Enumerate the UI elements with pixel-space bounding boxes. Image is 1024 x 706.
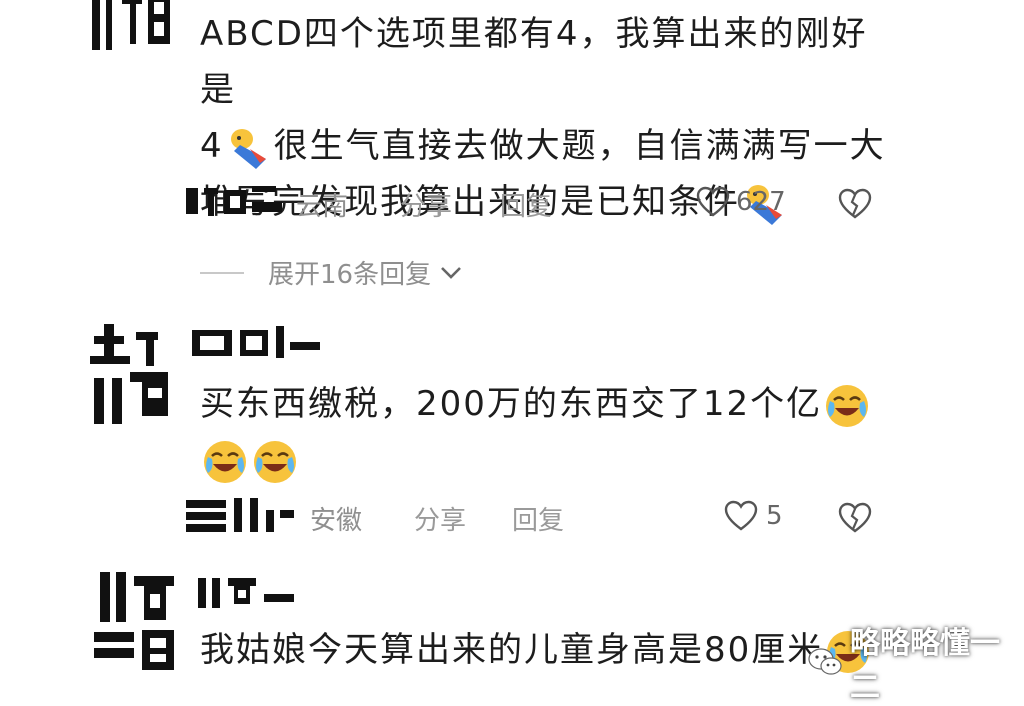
avatar[interactable] [82, 0, 177, 60]
comment-text: 我姑娘今天算出来的儿童身高是80厘米 [200, 622, 900, 678]
dizzy-emoji-icon [226, 125, 272, 171]
comment-line [200, 432, 920, 488]
share-button[interactable]: 分享 [400, 186, 452, 223]
username-mosaic [186, 186, 282, 216]
wechat-icon [808, 647, 842, 677]
username-mosaic [198, 578, 294, 608]
dislike-button[interactable] [838, 188, 872, 220]
reply-button[interactable]: 回复 [500, 186, 552, 223]
dislike-button[interactable] [838, 502, 872, 534]
like-button[interactable]: 5 [724, 500, 783, 532]
avatar-mosaic [86, 568, 182, 678]
watermark: 略略略懂一二 [808, 618, 1024, 706]
expand-replies-label: 展开16条回复 [268, 260, 432, 290]
tears-of-joy-emoji-icon [824, 383, 870, 429]
watermark-text: 略略略懂一二 [850, 626, 1000, 705]
comment-line: 4 很生气直接去做大题，自信满满写一大 [200, 118, 900, 174]
heart-icon [724, 500, 758, 532]
like-count: 5 [766, 501, 783, 531]
share-button[interactable]: 分享 [414, 500, 466, 537]
location-label: 安徽 [310, 506, 363, 536]
tears-of-joy-emoji-icon [202, 439, 248, 485]
divider [200, 271, 244, 274]
like-button[interactable]: 627 [696, 186, 786, 218]
location-label: 云南 [296, 192, 349, 222]
reply-button[interactable]: 回复 [512, 500, 564, 537]
avatar[interactable] [86, 322, 182, 426]
expand-replies-button[interactable]: 展开16条回复 [200, 254, 463, 291]
comment-fragment: 买东西缴税，200万的东西交了12个亿 [200, 384, 823, 424]
username-mosaic [192, 326, 320, 358]
broken-heart-icon [838, 502, 872, 533]
comment-line: ABCD四个选项里都有4，我算出来的刚好是 [200, 14, 868, 110]
username-mosaic [186, 498, 294, 532]
comment-fragment: 很生气直接去做大题，自信满满写一大 [273, 126, 886, 166]
comment-fragment: 我姑娘今天算出来的儿童身高是80厘米 [200, 630, 824, 670]
like-count: 627 [736, 187, 786, 217]
heart-icon [696, 186, 730, 218]
chevron-down-icon [439, 265, 463, 281]
avatar[interactable] [86, 568, 182, 678]
avatar-mosaic [82, 0, 177, 60]
comment-line: 买东西缴税，200万的东西交了12个亿 [200, 376, 920, 432]
comment-fragment: 4 [200, 126, 224, 166]
tears-of-joy-emoji-icon [252, 439, 298, 485]
comment-text: 买东西缴税，200万的东西交了12个亿 [200, 376, 920, 488]
avatar-mosaic [86, 322, 182, 426]
broken-heart-icon [838, 188, 872, 219]
